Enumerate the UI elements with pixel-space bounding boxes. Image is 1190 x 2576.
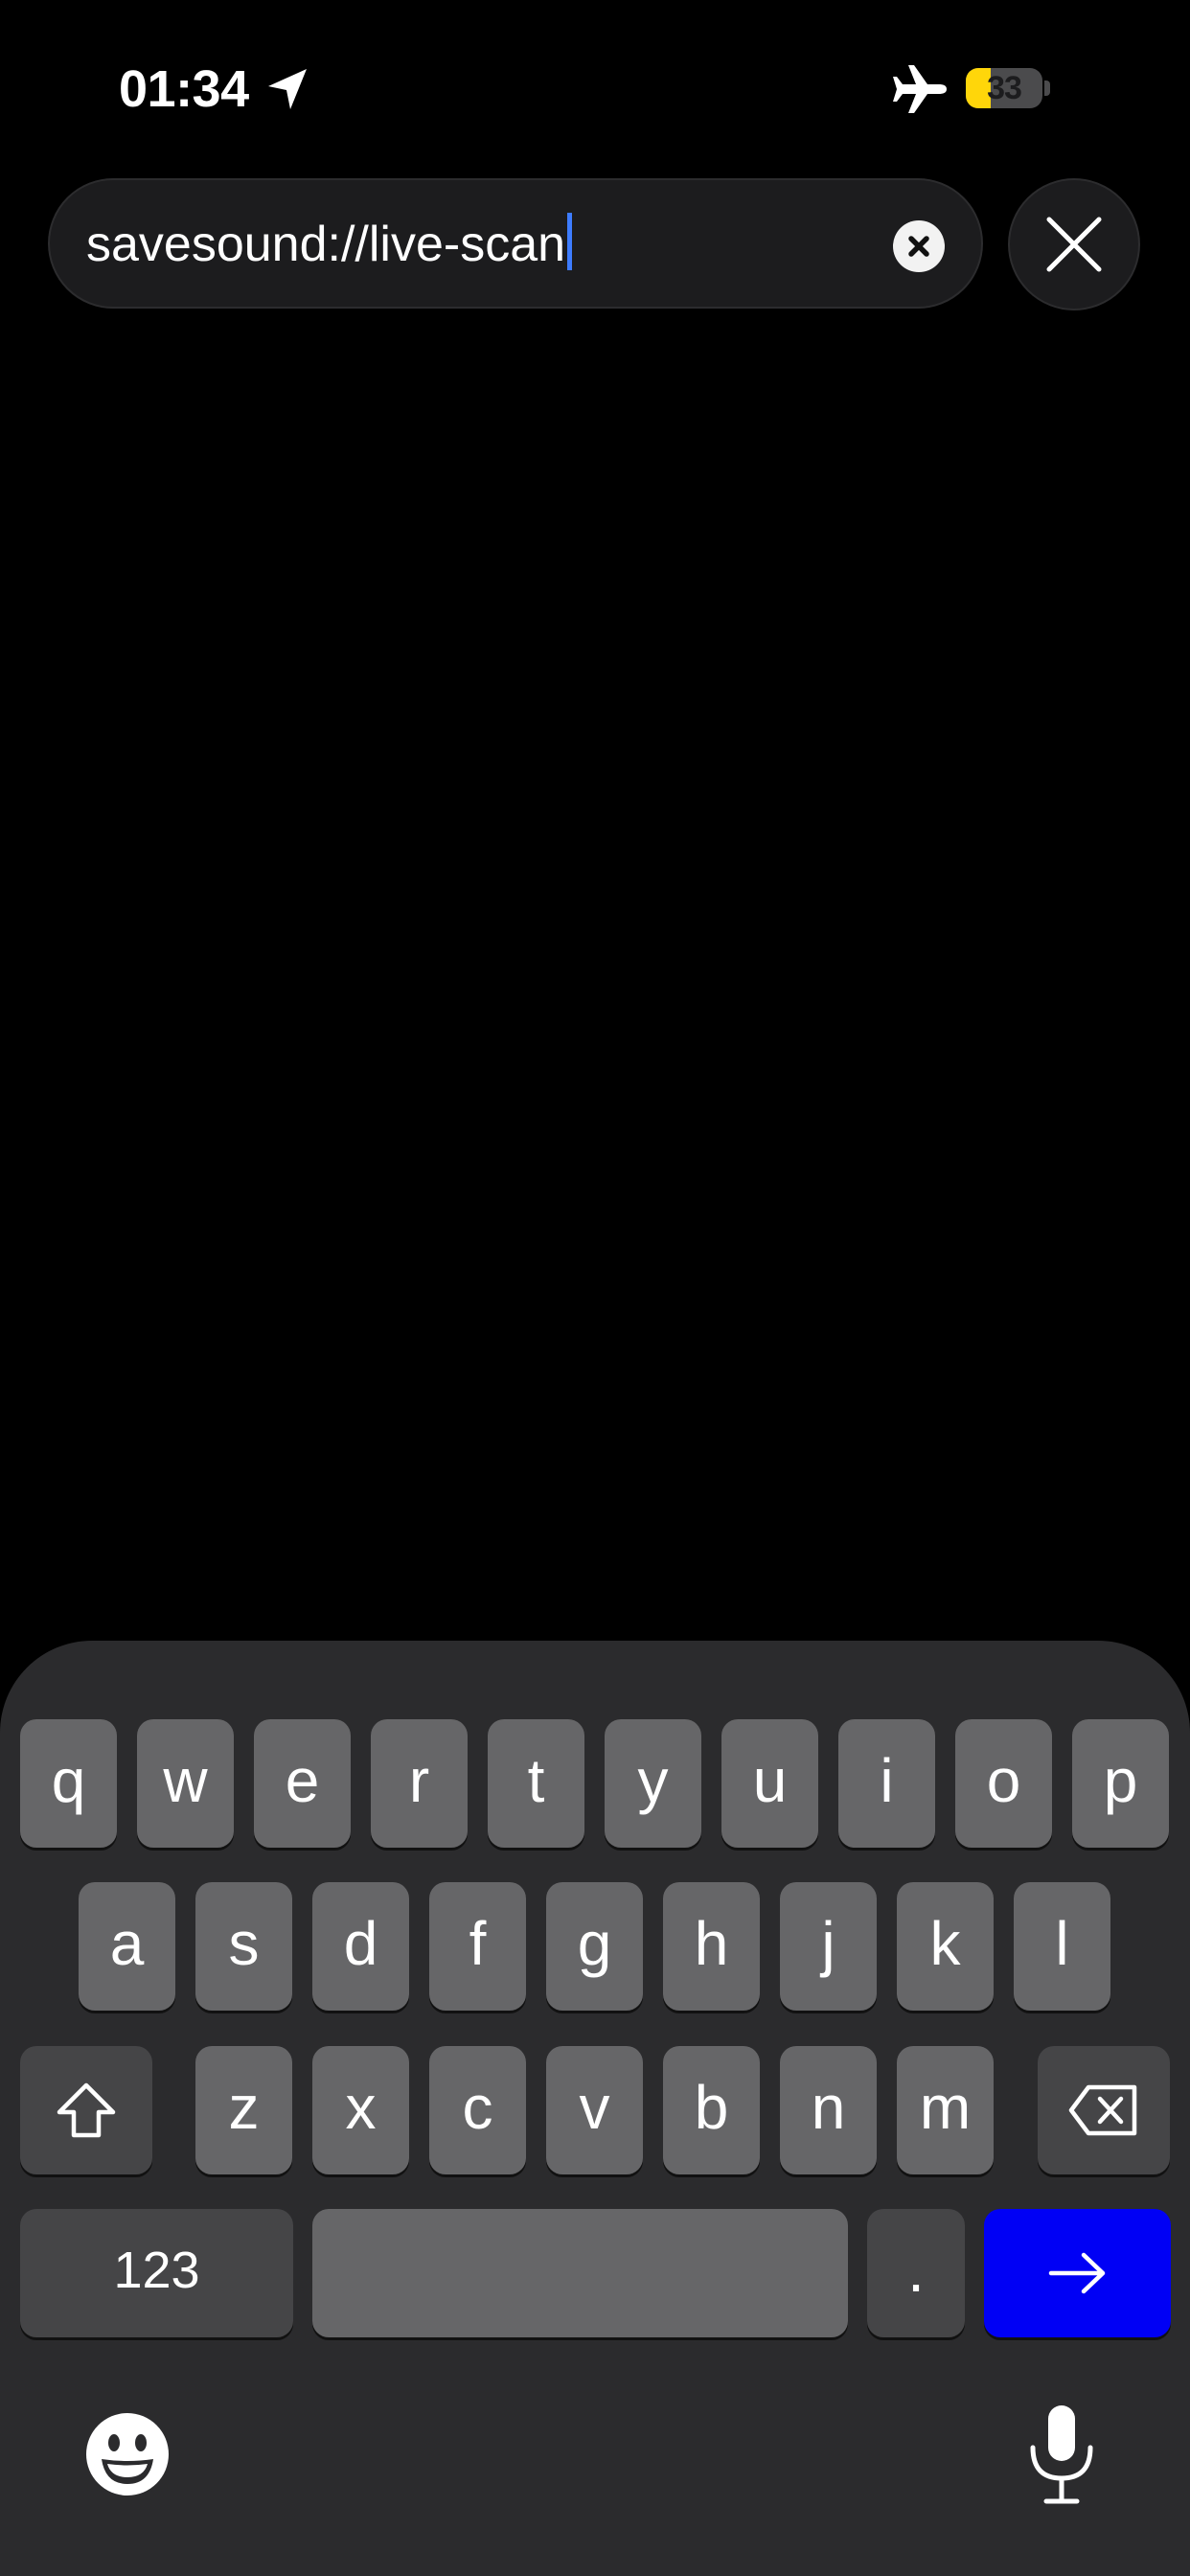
key-f[interactable]: f bbox=[429, 1882, 526, 2011]
key-c[interactable]: c bbox=[429, 2046, 526, 2174]
battery-nub bbox=[1044, 80, 1050, 96]
key-z[interactable]: z bbox=[195, 2046, 292, 2174]
location-arrow-icon bbox=[268, 69, 307, 109]
key-q[interactable]: q bbox=[20, 1719, 117, 1848]
url-text[interactable]: savesound://live-scan bbox=[86, 213, 573, 276]
shift-key[interactable] bbox=[20, 2046, 152, 2174]
screen: 01:34 33 savesound://live-scan q w e r t… bbox=[0, 0, 1190, 2576]
microphone-icon[interactable] bbox=[1025, 2404, 1098, 2509]
key-j[interactable]: j bbox=[780, 1882, 877, 2011]
key-a[interactable]: a bbox=[79, 1882, 175, 2011]
key-n[interactable]: n bbox=[780, 2046, 877, 2174]
key-s[interactable]: s bbox=[195, 1882, 292, 2011]
key-k[interactable]: k bbox=[897, 1882, 994, 2011]
key-r[interactable]: r bbox=[371, 1719, 468, 1848]
key-b[interactable]: b bbox=[663, 2046, 760, 2174]
key-l[interactable]: l bbox=[1014, 1882, 1110, 2011]
airplane-mode-icon bbox=[893, 65, 947, 113]
text-cursor bbox=[567, 213, 573, 270]
period-key[interactable]: . bbox=[867, 2209, 965, 2337]
space-key[interactable] bbox=[312, 2209, 848, 2337]
key-v[interactable]: v bbox=[546, 2046, 643, 2174]
backspace-key[interactable] bbox=[1038, 2046, 1170, 2174]
go-arrow-icon bbox=[1048, 2252, 1105, 2294]
key-d[interactable]: d bbox=[312, 1882, 409, 2011]
key-o[interactable]: o bbox=[955, 1719, 1052, 1848]
key-m[interactable]: m bbox=[897, 2046, 994, 2174]
clear-circle-icon bbox=[908, 236, 929, 257]
url-value: savesound://live-scan bbox=[86, 217, 566, 272]
emoji-icon[interactable] bbox=[84, 2411, 171, 2497]
status-time: 01:34 bbox=[119, 60, 249, 118]
key-i[interactable]: i bbox=[838, 1719, 935, 1848]
key-e[interactable]: e bbox=[254, 1719, 351, 1848]
key-p[interactable]: p bbox=[1072, 1719, 1169, 1848]
key-x[interactable]: x bbox=[312, 2046, 409, 2174]
battery-icon: 33 bbox=[966, 68, 1042, 108]
key-h[interactable]: h bbox=[663, 1882, 760, 2011]
backspace-icon bbox=[1068, 2084, 1137, 2136]
numbers-key[interactable]: 123 bbox=[20, 2209, 293, 2337]
key-t[interactable]: t bbox=[488, 1719, 584, 1848]
go-key[interactable] bbox=[984, 2209, 1171, 2337]
clear-button[interactable] bbox=[893, 220, 945, 272]
key-u[interactable]: u bbox=[721, 1719, 818, 1848]
battery-level: 33 bbox=[987, 70, 1022, 106]
close-x-icon bbox=[1046, 217, 1102, 272]
shift-icon bbox=[57, 2082, 116, 2138]
key-y[interactable]: y bbox=[605, 1719, 701, 1848]
key-w[interactable]: w bbox=[137, 1719, 234, 1848]
key-g[interactable]: g bbox=[546, 1882, 643, 2011]
url-input[interactable]: savesound://live-scan bbox=[48, 178, 983, 309]
close-button[interactable] bbox=[1008, 178, 1140, 310]
